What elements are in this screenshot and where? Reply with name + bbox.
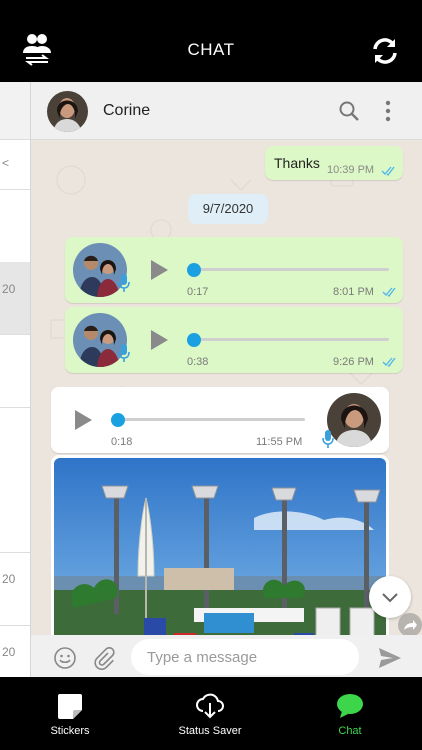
- voice-message-outgoing[interactable]: 0:17 8:01 PM: [65, 237, 403, 303]
- chat-list-divider: [0, 189, 30, 190]
- mic-icon: [118, 274, 130, 292]
- chat-list-text: 20: [2, 645, 16, 659]
- tab-label: Stickers: [50, 725, 90, 737]
- voice-duration: 0:17: [187, 286, 209, 298]
- chat-list-item-selected[interactable]: [0, 262, 30, 334]
- contact-name[interactable]: Corine: [103, 102, 150, 120]
- audio-progress-knob[interactable]: [187, 333, 201, 347]
- chat-bubble-icon: [337, 694, 363, 718]
- conversation-panel: Corine Thanks 10:39 PM 9/7/2020 0:17 8:0…: [30, 82, 422, 677]
- voice-duration: 0:18: [111, 436, 133, 448]
- chat-header: Corine: [31, 82, 422, 140]
- attach-icon[interactable]: [93, 646, 115, 670]
- mic-icon: [322, 430, 334, 448]
- message-text: Thanks: [274, 155, 320, 171]
- play-icon[interactable]: [149, 329, 169, 351]
- sticker-icon: [58, 694, 82, 719]
- app-title: CHAT: [187, 40, 235, 59]
- message-composer: Type a message: [31, 635, 422, 677]
- tab-label: Status Saver: [178, 725, 242, 737]
- message-time: 9:26 PM: [333, 356, 374, 368]
- double-check-icon: [381, 166, 395, 176]
- message-input-placeholder: Type a message: [147, 649, 258, 666]
- chat-list-text: <: [2, 156, 10, 170]
- contact-avatar[interactable]: [47, 91, 88, 132]
- tab-chat[interactable]: Chat: [290, 677, 410, 750]
- message-input[interactable]: Type a message: [131, 639, 359, 675]
- scroll-to-bottom-button[interactable]: [369, 576, 411, 618]
- chevron-down-icon: [382, 593, 398, 603]
- voice-sender-avatar: [327, 393, 381, 447]
- forward-button[interactable]: [398, 613, 422, 637]
- more-vertical-icon[interactable]: [384, 100, 392, 122]
- top-bar: CHAT: [0, 0, 422, 82]
- cloud-download-icon: [196, 693, 224, 719]
- refresh-icon[interactable]: [370, 36, 400, 66]
- content-area: < 20 20 20 Corine Thanks 10:39 PM 9/7/20…: [0, 82, 422, 677]
- voice-duration: 0:38: [187, 356, 209, 368]
- message-time: 10:39 PM: [327, 164, 375, 176]
- message-bubble-outgoing[interactable]: Thanks 10:39 PM: [265, 146, 403, 180]
- message-time: 8:01 PM: [333, 286, 374, 298]
- chat-list-divider: [0, 334, 30, 335]
- date-separator: 9/7/2020: [188, 194, 268, 224]
- audio-progress-knob[interactable]: [187, 263, 201, 277]
- emoji-icon[interactable]: [53, 646, 77, 670]
- voice-message-incoming[interactable]: 0:18 11:55 PM: [51, 387, 389, 453]
- message-time: 11:55 PM: [256, 436, 303, 448]
- chat-list-divider: [0, 625, 30, 626]
- play-icon[interactable]: [73, 409, 93, 431]
- chat-list-header: [0, 82, 30, 140]
- audio-progress-track[interactable]: [189, 338, 389, 341]
- chat-list-divider: [0, 407, 30, 408]
- send-icon[interactable]: [378, 647, 402, 669]
- chat-list-text: 20: [2, 572, 16, 586]
- tab-status-saver[interactable]: Status Saver: [150, 677, 270, 750]
- voice-message-outgoing[interactable]: 0:38 9:26 PM: [65, 307, 403, 373]
- chat-list-text: 20: [2, 282, 16, 296]
- mic-icon: [118, 344, 130, 362]
- double-check-icon: [382, 287, 396, 297]
- tab-label: Chat: [338, 725, 362, 737]
- audio-progress-track[interactable]: [113, 418, 305, 421]
- forward-icon: [404, 620, 417, 630]
- chat-list-divider: [0, 552, 30, 553]
- tab-stickers[interactable]: Stickers: [10, 677, 130, 750]
- audio-progress-track[interactable]: [189, 268, 389, 271]
- search-icon[interactable]: [338, 100, 360, 122]
- double-check-icon: [382, 357, 396, 367]
- audio-progress-knob[interactable]: [111, 413, 125, 427]
- chat-list-panel: < 20 20 20: [0, 82, 30, 677]
- bottom-tab-bar: Stickers Status Saver Chat: [0, 677, 422, 750]
- play-icon[interactable]: [149, 259, 169, 281]
